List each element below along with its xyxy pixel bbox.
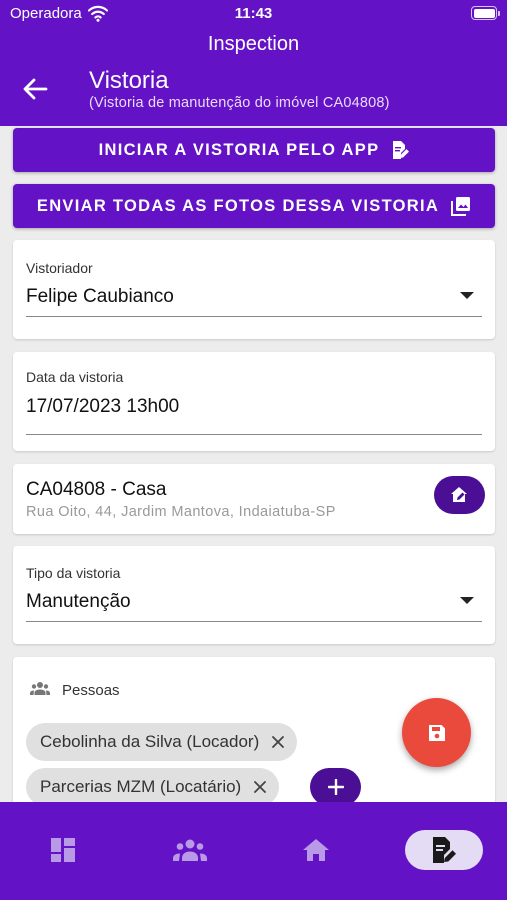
nav-inspection[interactable]	[405, 830, 483, 870]
bottom-navigation	[0, 802, 507, 900]
group-icon	[30, 681, 50, 700]
people-icon	[173, 839, 207, 861]
app-header: Operadora 11:43 Inspection Vistoria (Vis…	[0, 0, 507, 126]
date-label: Data da vistoria	[26, 369, 124, 385]
close-icon[interactable]	[271, 735, 285, 749]
people-label: Pessoas	[62, 682, 120, 699]
inspection-type-label: Tipo da vistoria	[26, 565, 121, 581]
app-name: Inspection	[207, 33, 300, 55]
plus-icon	[327, 779, 344, 795]
edit-document-icon	[391, 140, 410, 160]
person-chip-label: Cebolinha da Silva (Locador)	[40, 732, 260, 751]
start-inspection-label: INICIAR A VISTORIA PELO APP	[98, 140, 380, 159]
person-chip-label: Parcerias MZM (Locatário)	[40, 777, 242, 796]
back-button[interactable]	[16, 72, 54, 106]
nav-home[interactable]	[277, 830, 355, 870]
property-card: CA04808 - Casa Rua Oito, 44, Jardim Mant…	[13, 464, 495, 534]
photo-library-icon	[451, 196, 471, 216]
nav-dashboard[interactable]	[24, 830, 102, 870]
inspector-label: Vistoriador	[26, 260, 93, 276]
send-photos-button[interactable]: ENVIAR TODAS AS FOTOS DESSA VISTORIA	[13, 184, 495, 228]
home-icon	[303, 839, 329, 861]
person-chip[interactable]: Parcerias MZM (Locatário)	[26, 768, 280, 802]
people-header: Pessoas	[30, 681, 120, 700]
date-card: Data da vistoria 17/07/2023 13h00	[13, 352, 495, 451]
battery-icon	[471, 6, 500, 20]
inspection-type-select[interactable]: Manutenção	[26, 591, 131, 613]
close-icon[interactable]	[253, 780, 267, 794]
inspector-card: Vistoriador Felipe Caubianco	[13, 240, 495, 339]
property-address: Rua Oito, 44, Jardim Mantova, Indaiatuba…	[26, 504, 336, 520]
status-time: 11:43	[234, 5, 273, 22]
inspection-edit-icon	[433, 837, 456, 863]
date-underline	[26, 434, 482, 435]
person-chip[interactable]: Cebolinha da Silva (Locador)	[26, 723, 298, 761]
property-details-button[interactable]	[434, 476, 485, 514]
send-photos-label: ENVIAR TODAS AS FOTOS DESSA VISTORIA	[36, 196, 440, 215]
chevron-down-icon[interactable]	[460, 292, 474, 299]
inspection-type-underline	[26, 621, 482, 622]
inspector-underline	[26, 316, 482, 317]
add-person-button[interactable]	[310, 768, 361, 802]
inspector-select[interactable]: Felipe Caubianco	[26, 286, 174, 308]
nav-people[interactable]	[151, 830, 229, 870]
save-icon	[428, 724, 445, 741]
dashboard-icon	[51, 838, 75, 862]
save-button[interactable]	[402, 698, 471, 767]
home-edit-icon	[450, 487, 467, 502]
arrow-left-icon	[23, 78, 48, 100]
property-title: CA04808 - Casa	[26, 479, 167, 500]
inspection-type-card: Tipo da vistoria Manutenção	[13, 546, 495, 644]
page-subtitle: (Vistoria de manutenção do imóvel CA0480…	[89, 95, 390, 111]
chevron-down-icon[interactable]	[460, 597, 474, 604]
status-bar: Operadora 11:43	[0, 0, 507, 28]
date-field[interactable]: 17/07/2023 13h00	[26, 396, 179, 418]
page-title: Vistoria	[89, 67, 169, 94]
start-inspection-button[interactable]: INICIAR A VISTORIA PELO APP	[13, 128, 495, 172]
